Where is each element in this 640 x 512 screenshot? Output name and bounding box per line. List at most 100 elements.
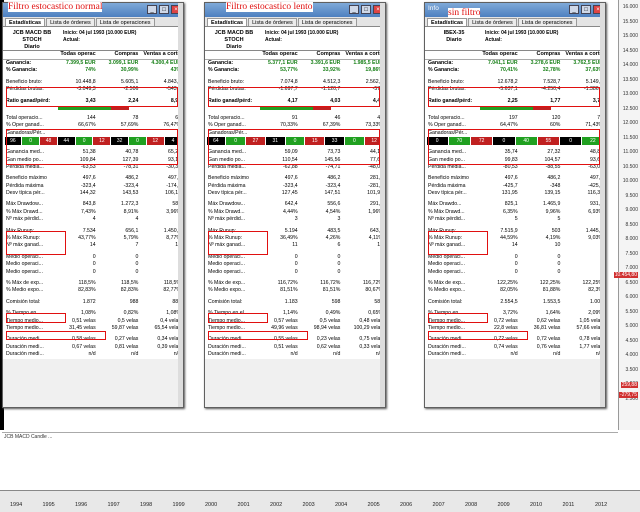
maximize-button[interactable]: □ (159, 5, 169, 14)
stat-cell: 6 (337, 242, 341, 249)
stat-cell: % Oper ganad... (428, 122, 466, 129)
minimize-button[interactable]: _ (147, 5, 157, 14)
stat-cell: n/d (290, 351, 298, 358)
stat-cell: Beneficio máximo (428, 175, 469, 182)
stat-row: Medio operaci...000 (3, 261, 183, 269)
stat-cell: 66 (140, 115, 183, 122)
tab-bar: Estadísticas Lista de órdenes Lista de ope… (425, 17, 605, 27)
stat-cell: 81,51% (280, 287, 298, 294)
stat-cell: -62,88 (282, 163, 298, 170)
scrollbar[interactable] (380, 3, 385, 407)
stat-cell: 2.562,5 (365, 78, 384, 85)
stat-cell: 40,78 (125, 149, 139, 156)
stat-cell: 0,39 velas (157, 343, 182, 350)
stat-cell: 71,43% (585, 122, 604, 129)
maximize-button[interactable]: □ (581, 5, 591, 14)
stat-cell: Gan medio po... (208, 156, 245, 163)
stat-cell: 93,63 (590, 156, 604, 163)
stat-row: Tiempo medio... 0,57 velas 0,5 velas 0,48 v… (205, 317, 385, 325)
stat-cell: 0,62 velas (316, 343, 341, 350)
statistics-window[interactable]: _ □ × Estadísticas Lista de órdenes Lista de … (204, 2, 386, 408)
tab-1[interactable]: Lista de órdenes (248, 18, 297, 26)
stat-cell: 0 (135, 253, 139, 260)
tab-2[interactable]: Lista de operaciones (517, 18, 577, 26)
stat-cell: 11 (292, 242, 298, 249)
stat-cell: Duración medi... (208, 351, 246, 358)
stat-cell: 82,83% (78, 287, 96, 294)
stat-row: Máx Drawdo... 825,1 1.465,9 931,3 (425, 201, 605, 209)
stat-cell: -63,03 (588, 163, 604, 170)
stat-cell: 36,49% (280, 235, 298, 242)
dist-cell: 0 (75, 137, 93, 146)
stat-cell: -4.250,4 (541, 86, 561, 93)
capital-info: Inicio: 04 jul 1993 (10.000 EUR) Actual: (485, 30, 559, 43)
stat-cell: 73,33% (365, 122, 384, 129)
tab-1[interactable]: Lista de órdenes (46, 18, 95, 26)
stat-cell: 76,47% (163, 122, 182, 129)
stat-cell: 109,84 (79, 156, 96, 163)
stat-row: Pérdida máxima -323,4 -323,4 -174,6 (3, 182, 183, 191)
stat-cell: % Ganancia: (208, 67, 240, 74)
stat-row: % Máx Drawd... 7,43% 8,91% 3,96% (3, 208, 183, 217)
dist-cell: 55 (537, 137, 559, 146)
stat-cell: 118,5% (121, 279, 139, 286)
stat-cell (257, 130, 300, 137)
maximize-button[interactable]: □ (361, 5, 371, 14)
statistics-window[interactable]: Info _ □ × Estadísticas Lista de órdenes Lista… (424, 2, 606, 408)
stat-cell: Medio operaci... (428, 268, 465, 275)
stat-cell: n/d (88, 351, 96, 358)
stat-cell: 0 (562, 261, 605, 268)
stat-cell: 0 (342, 254, 385, 261)
stat-cell: 497,6 (504, 175, 518, 182)
tab-0[interactable]: Estadísticas (5, 18, 46, 26)
stat-row: Ganancia med... 51,38 40,78 65,24 (3, 149, 183, 157)
tab-0[interactable]: Estadísticas (427, 18, 468, 26)
stat-cell: 0,23 velas (316, 336, 341, 343)
stat-row: Tiempo medio... 0,72 velas 0,62 velas 1,05 … (425, 317, 605, 325)
stat-cell: Desv típica pér... (428, 190, 467, 197)
stat-cell: Gan medio po... (428, 156, 465, 163)
price-tick: 16.000 (622, 4, 638, 10)
scrollbar[interactable] (600, 3, 605, 407)
stat-row: Tiempo medio... 31,45 velas 59,87 velas 65,… (3, 324, 183, 333)
tab-2[interactable]: Lista de operaciones (95, 18, 155, 26)
stat-cell: 4.843,7 (163, 78, 182, 85)
tab-2[interactable]: Lista de operaciones (297, 18, 357, 26)
scrollbar[interactable] (178, 3, 183, 407)
dist-cell: 40 (515, 137, 537, 146)
stat-cell: Beneficio bruto: (6, 78, 43, 85)
stat-row: % Máx de exp... 118,5% 118,5% 118,5% (3, 279, 183, 288)
tab-0[interactable]: Estadísticas (207, 18, 248, 26)
stat-cell: 10.448,8 (75, 78, 96, 85)
minimize-button[interactable]: _ (349, 5, 359, 14)
stat-cell: -30,38 (166, 163, 182, 170)
stat-cell: 4,11% (368, 235, 384, 242)
stat-cell: 5.194 (284, 227, 298, 234)
stat-cell: Máx Drawdo... (428, 201, 462, 208)
stat-row: Total operacio... 144 7866 (3, 114, 183, 123)
stat-row: Medio operaci...000 (425, 268, 605, 276)
stat-row: Ganadoras/Pér... (3, 129, 183, 138)
dist-cell: 72 (471, 137, 493, 146)
stat-cell: 5 (557, 216, 561, 223)
stat-cell: 3.099,1 EUR (108, 60, 139, 66)
stat-row: % Máx Drawd... 6,35% 9,96% 6,93% (425, 208, 605, 217)
minimize-button[interactable]: _ (569, 5, 579, 14)
stat-cell: 27,32 (547, 149, 561, 156)
stat-cell: Medio operaci... (6, 268, 43, 275)
tab-1[interactable]: Lista de órdenes (468, 18, 517, 26)
stat-cell: 0,81 velas (114, 343, 139, 350)
stat-cell: 14 (140, 242, 183, 249)
dist-cell: 27 (246, 137, 265, 146)
column-header: Ventas a corto (345, 51, 384, 57)
stat-cell: Duración medi... (208, 336, 246, 343)
stat-cell: Ganancia: (6, 60, 32, 66)
stat-cell: Total operacio... (6, 114, 43, 121)
stat-cell: 122,25% (497, 279, 518, 286)
stat-cell: 74% (85, 67, 96, 74)
stat-row: Ganadoras/Pér... (205, 129, 385, 138)
dist-cell: 12 (146, 137, 164, 146)
price-tick: 9.000 (625, 207, 638, 213)
year-label: 2007 (432, 502, 445, 508)
statistics-window[interactable]: _ □ × Estadísticas Lista de órdenes Lista de … (2, 2, 184, 408)
